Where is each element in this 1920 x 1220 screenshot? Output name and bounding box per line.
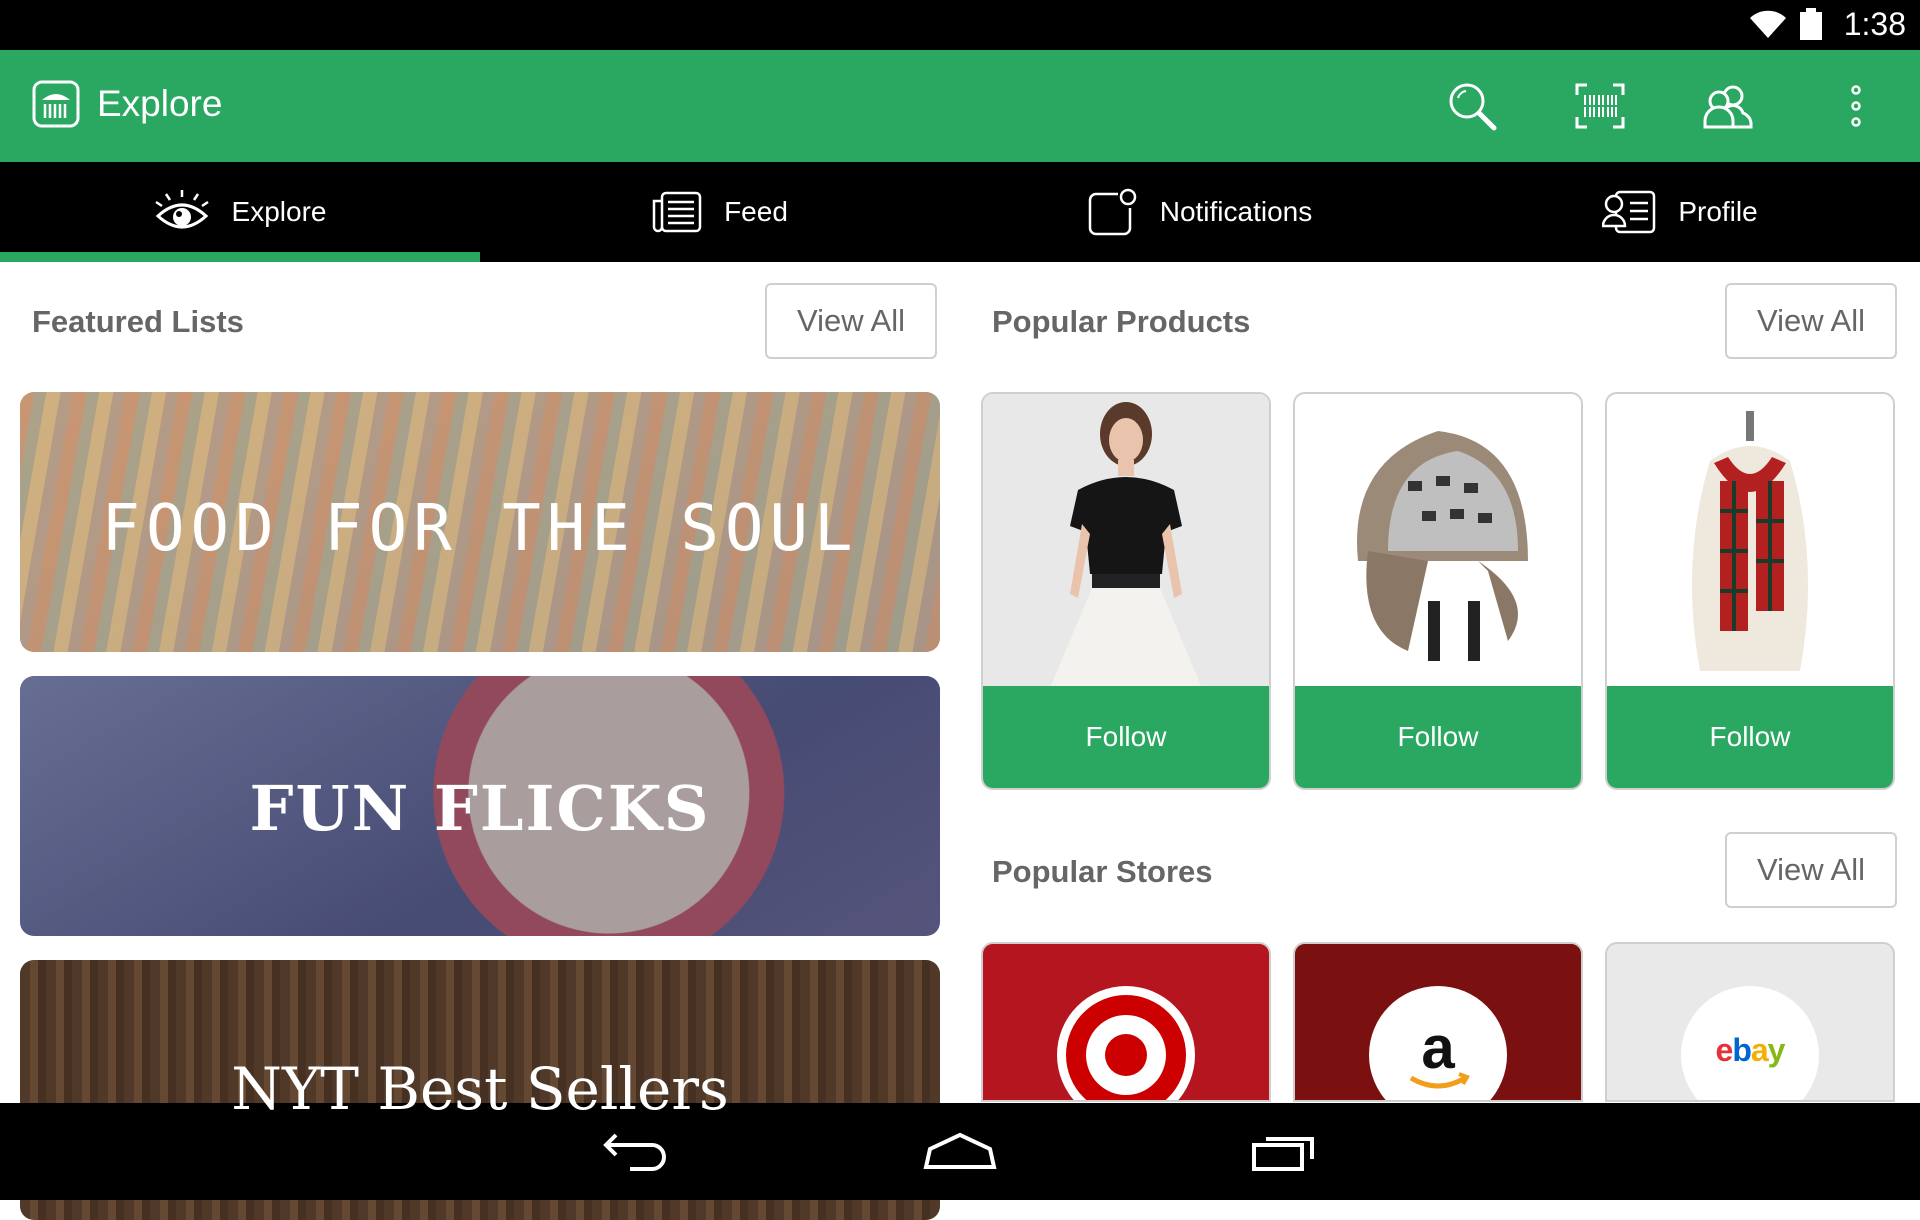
profile-icon bbox=[1602, 190, 1656, 234]
store-card-amazon[interactable]: a bbox=[1293, 942, 1583, 1102]
clock: 1:38 bbox=[1843, 6, 1906, 42]
overflow-menu-icon bbox=[1851, 85, 1861, 127]
search-button[interactable] bbox=[1444, 78, 1500, 134]
friends-button[interactable] bbox=[1700, 78, 1756, 134]
feed-icon bbox=[652, 191, 702, 233]
page-title: Explore bbox=[97, 83, 223, 124]
friends-icon bbox=[1703, 85, 1753, 129]
search-icon bbox=[1449, 83, 1497, 131]
popular-stores-title: Popular Stores bbox=[992, 854, 1213, 889]
tab-bar: Explore Feed Notifications Profile bbox=[0, 162, 1920, 262]
back-button[interactable] bbox=[590, 1125, 680, 1177]
home-button[interactable] bbox=[915, 1125, 1005, 1177]
notifications-icon bbox=[1088, 188, 1138, 236]
barcode-scan-button[interactable] bbox=[1572, 78, 1628, 134]
plaid-scarf-image bbox=[1607, 394, 1893, 688]
store-card-target[interactable] bbox=[981, 942, 1271, 1102]
product-card[interactable]: Follow bbox=[1293, 392, 1583, 790]
target-logo bbox=[1057, 986, 1195, 1100]
tab-label: Explore bbox=[231, 196, 327, 227]
featured-list-fun-flicks[interactable]: FUN FLICKS bbox=[20, 676, 940, 936]
wifi-icon bbox=[1750, 10, 1786, 38]
battery-icon bbox=[1800, 8, 1822, 40]
follow-button[interactable]: Follow bbox=[1607, 686, 1893, 788]
tab-feed[interactable]: Feed bbox=[480, 162, 960, 262]
tab-label: Feed bbox=[724, 196, 788, 227]
ebay-logo: ebay bbox=[1681, 986, 1819, 1100]
popular-products-view-all-button[interactable]: View All bbox=[1725, 283, 1897, 359]
featured-list-title: FUN FLICKS bbox=[249, 772, 711, 845]
overflow-menu-button[interactable] bbox=[1828, 78, 1884, 134]
tab-profile[interactable]: Profile bbox=[1440, 162, 1920, 262]
svg-text:a: a bbox=[1421, 1014, 1455, 1081]
featured-lists-title: Featured Lists bbox=[32, 304, 244, 339]
recents-icon bbox=[1252, 1137, 1314, 1171]
barcode-scan-icon bbox=[1575, 83, 1625, 129]
app-logo-icon bbox=[32, 80, 80, 128]
recents-button[interactable] bbox=[1240, 1125, 1330, 1177]
product-card[interactable]: Follow bbox=[1605, 392, 1895, 790]
action-bar: Explore bbox=[0, 50, 1920, 162]
popular-stores-view-all-button[interactable]: View All bbox=[1725, 832, 1897, 908]
amazon-logo: a bbox=[1369, 986, 1507, 1100]
dress-image bbox=[983, 394, 1269, 688]
featured-list-food-for-the-soul[interactable]: FOOD FOR THE SOUL bbox=[20, 392, 940, 652]
follow-button[interactable]: Follow bbox=[1295, 686, 1581, 788]
featured-list-title: FOOD FOR THE SOUL bbox=[101, 492, 859, 566]
product-card[interactable]: Follow bbox=[981, 392, 1271, 790]
trapper-hat-image bbox=[1295, 394, 1581, 688]
store-card-ebay[interactable]: ebay bbox=[1605, 942, 1895, 1102]
eye-icon bbox=[154, 190, 210, 234]
featured-list-title: NYT Best Sellers bbox=[231, 1055, 729, 1123]
tab-label: Notifications bbox=[1159, 196, 1313, 227]
status-bar: 1:38 bbox=[0, 0, 1920, 50]
popular-products-title: Popular Products bbox=[992, 304, 1251, 339]
home-icon bbox=[923, 1132, 997, 1169]
active-tab-indicator bbox=[0, 252, 480, 262]
follow-button[interactable]: Follow bbox=[983, 686, 1269, 788]
featured-lists-view-all-button[interactable]: View All bbox=[765, 283, 937, 359]
tab-notifications[interactable]: Notifications bbox=[960, 162, 1440, 262]
back-icon bbox=[603, 1133, 666, 1171]
tab-explore[interactable]: Explore bbox=[0, 162, 480, 262]
tab-label: Profile bbox=[1678, 196, 1758, 227]
